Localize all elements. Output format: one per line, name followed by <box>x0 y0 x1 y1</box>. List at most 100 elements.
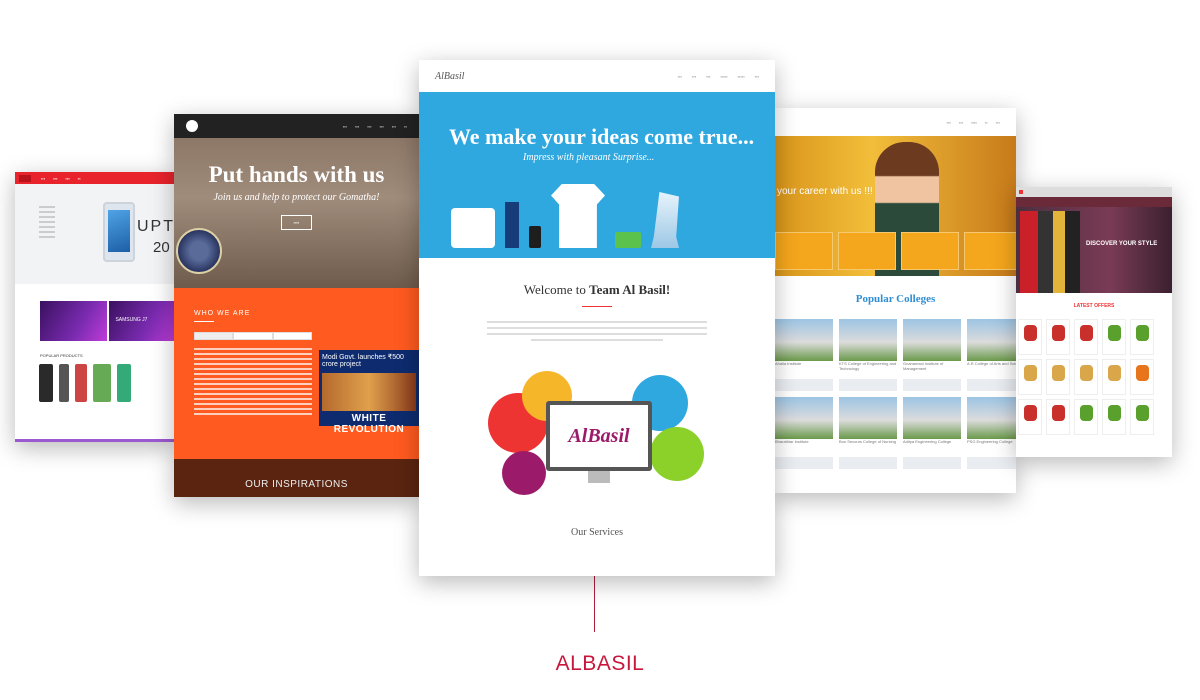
award-image <box>651 192 679 248</box>
products-heading: POPULAR PRODUCTS <box>40 353 83 358</box>
store-hero-banner: UPT 20 <box>15 184 175 284</box>
grocery-navbar <box>1016 197 1172 207</box>
albasil-logo[interactable]: AlBasil <box>435 71 464 82</box>
promo-banners: SAMSUNG J7 <box>40 301 175 341</box>
latest-offers-heading: LATEST OFFERS <box>1073 303 1115 309</box>
tile[interactable] <box>838 232 896 270</box>
services-heading: Our Services <box>571 527 623 538</box>
product-tile[interactable] <box>1018 399 1042 435</box>
news-card: Modi Govt. launches ₹500 crore project W… <box>319 350 419 435</box>
product-tile[interactable] <box>1130 359 1154 395</box>
intro-paragraph <box>487 321 707 341</box>
product-tile[interactable] <box>1046 359 1070 395</box>
phone-image <box>529 226 541 248</box>
product-tile[interactable] <box>1018 359 1042 395</box>
college-grid: Ahalia Institute KTS College of Engineer… <box>775 319 1016 469</box>
popular-colleges-heading: Popular Colleges <box>855 293 936 305</box>
promo-banner-phones <box>40 301 108 341</box>
caption-divider <box>594 576 595 632</box>
college-hero: your career with us !!! <box>775 136 1016 276</box>
grocery-hero-text: DISCOVER YOUR STYLE <box>1086 241 1158 247</box>
tile[interactable] <box>775 232 833 270</box>
store-logo <box>19 174 31 182</box>
product-tile[interactable] <box>1074 319 1098 355</box>
albasil-hero-title: We make your ideas come true... <box>449 124 755 149</box>
hero-text-2: 20 <box>153 239 170 256</box>
category-list <box>39 206 55 241</box>
college-card[interactable]: Bharathiar Institute <box>775 397 833 469</box>
grocery-topbar <box>1016 187 1172 197</box>
tile[interactable] <box>964 232 1016 270</box>
ngo-hero: Put hands with us Join us and help to pr… <box>174 138 419 288</box>
inspirations-heading: OUR INSPIRATIONS <box>174 459 419 497</box>
ngo-emblem <box>176 228 222 274</box>
albasil-site-preview[interactable]: AlBasil ▪▪▪ ▪▪▪ ▪▪▪ ▪▪▪▪▪ ▪▪▪▪▪ ▪▪▪ We make y… <box>419 60 775 576</box>
product-item <box>117 364 131 402</box>
product-tile[interactable] <box>1130 399 1154 435</box>
product-item <box>39 364 53 402</box>
ngo-nav-links: ▪▪▪ ▪▪▪ ▪▪▪ ▪▪▪ ▪▪▪ ▪▪ <box>342 123 407 129</box>
college-card[interactable]: Gnanamani Institute of Management <box>903 319 961 391</box>
product-tile[interactable] <box>1046 399 1070 435</box>
college-navbar: ▪▪▪ ▪▪▪ ▪▪▪▪ ▪▪ ▪▪▪ <box>946 119 1000 125</box>
ngo-site-preview[interactable]: ▪▪▪ ▪▪▪ ▪▪▪ ▪▪▪ ▪▪▪ ▪▪ Put hands with us Join… <box>174 114 419 497</box>
product-tile[interactable] <box>1130 319 1154 355</box>
product-item <box>75 364 87 402</box>
offer-grid <box>1018 319 1172 435</box>
ngo-hero-title: Put hands with us <box>208 162 385 187</box>
product-item <box>59 364 69 402</box>
splash-illustration: AlBasil <box>482 367 712 507</box>
tab-3[interactable] <box>272 332 312 340</box>
monitor-graphic: AlBasil <box>546 401 652 471</box>
lanyard-image <box>505 202 519 248</box>
electronics-store-preview[interactable]: ▪▪▪ ▪▪▪ ▪▪▪ ▪▪ UPT 20 SAMSUNG J7 POPULAR PR… <box>15 172 175 442</box>
divider <box>582 306 612 307</box>
college-card[interactable]: Bon Secours College of Nursing <box>839 397 897 469</box>
college-hero-text: your career with us !!! <box>777 186 873 197</box>
news-photo <box>322 373 416 411</box>
albasil-navbar: AlBasil ▪▪▪ ▪▪▪ ▪▪▪ ▪▪▪▪▪ ▪▪▪▪▪ ▪▪▪ <box>419 60 775 92</box>
news-banner: WHITE REVOLUTION <box>333 413 405 435</box>
ngo-tabs[interactable] <box>194 332 312 340</box>
college-card[interactable]: Aditya Engineering College <box>903 397 961 469</box>
product-tile[interactable] <box>1074 359 1098 395</box>
tab-1[interactable] <box>194 332 234 340</box>
ngo-logo <box>186 120 198 132</box>
albasil-nav-links: ▪▪▪ ▪▪▪ ▪▪▪ ▪▪▪▪▪ ▪▪▪▪▪ ▪▪▪ <box>677 73 759 79</box>
news-headline: Modi Govt. launches ₹500 crore project <box>322 354 404 368</box>
models-photo <box>1020 211 1080 293</box>
smartphone-image <box>103 202 135 262</box>
ngo-hero-button[interactable]: ▪▪▪▪ <box>280 215 313 230</box>
tab-2[interactable] <box>233 332 273 340</box>
product-tile[interactable] <box>1102 319 1126 355</box>
merchandise-images <box>451 184 679 248</box>
hero-text-1: UPT <box>137 218 175 235</box>
college-card[interactable]: PSG Engineering College <box>967 397 1016 469</box>
grocery-hero: DISCOVER YOUR STYLE <box>1016 207 1172 293</box>
usb-image <box>615 232 641 248</box>
category-tiles[interactable] <box>775 232 1016 270</box>
welcome-heading: Welcome to Team Al Basil! <box>523 282 671 297</box>
college-card[interactable]: KTS College of Engineering and Technolog… <box>839 319 897 391</box>
tile[interactable] <box>901 232 959 270</box>
college-portal-preview[interactable]: ▪▪▪ ▪▪▪ ▪▪▪▪ ▪▪ ▪▪▪ your career with us !!! … <box>775 108 1016 493</box>
product-tile[interactable] <box>1046 319 1070 355</box>
college-card[interactable]: A.R College of Arts and Science <box>967 319 1016 391</box>
product-tile[interactable] <box>1074 399 1098 435</box>
grocery-store-preview[interactable]: DISCOVER YOUR STYLE LATEST OFFERS <box>1016 187 1172 457</box>
product-tile[interactable] <box>1018 319 1042 355</box>
who-we-are-heading: WHO WE ARE <box>174 288 419 322</box>
college-card[interactable]: Ahalia Institute <box>775 319 833 391</box>
project-caption: ALBASIL <box>555 652 645 675</box>
welcome-brand: Team Al Basil! <box>589 282 671 297</box>
ngo-navbar: ▪▪▪ ▪▪▪ ▪▪▪ ▪▪▪ ▪▪▪ ▪▪ <box>174 114 419 138</box>
product-tile[interactable] <box>1102 399 1126 435</box>
store-nav: ▪▪▪ ▪▪▪ ▪▪▪ ▪▪ <box>41 175 81 181</box>
promo-banner-samsung: SAMSUNG J7 <box>109 301 175 341</box>
product-tile[interactable] <box>1102 359 1126 395</box>
albasil-hero: We make your ideas come true... Impress … <box>419 92 775 258</box>
store-topbar: ▪▪▪ ▪▪▪ ▪▪▪ ▪▪ <box>15 172 175 184</box>
mug-image <box>451 208 495 248</box>
albasil-hero-subtitle: Impress with pleasant Surprise... <box>523 152 655 163</box>
portfolio-stage: ▪▪▪ ▪▪▪ ▪▪▪ ▪▪ UPT 20 SAMSUNG J7 POPULAR PR… <box>0 0 1200 700</box>
